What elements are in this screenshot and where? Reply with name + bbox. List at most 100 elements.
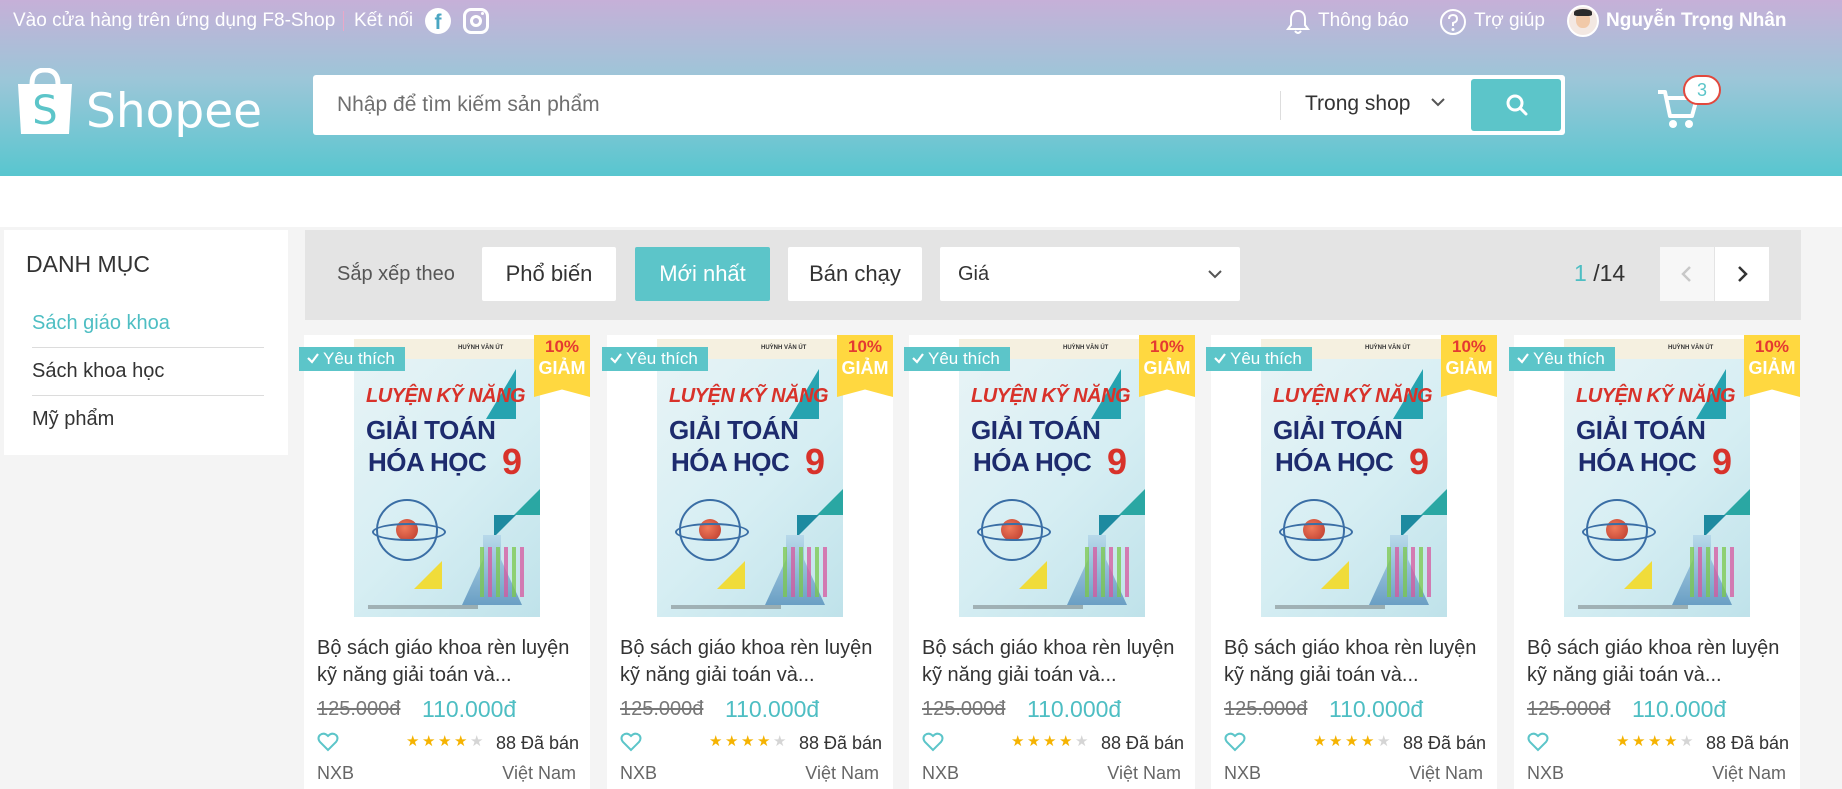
app-download-link[interactable]: Vào cửa hàng trên ứng dụng F8-Shop <box>13 10 335 32</box>
star-icon: ★ <box>1680 733 1694 750</box>
sale-price: 110.000đ <box>422 696 517 722</box>
product-card[interactable]: HUỲNH VĂN ÚT LUYỆN KỸ NĂNG GIẢI TOÁN HÓA… <box>1509 335 1800 789</box>
star-icon: ★ <box>454 733 468 750</box>
cover-author: HUỲNH VĂN ÚT <box>1668 345 1714 351</box>
star-icon: ★ <box>438 733 452 750</box>
user-avatar[interactable] <box>1567 5 1599 37</box>
heart-icon[interactable] <box>922 732 944 752</box>
shopee-logo-icon[interactable]: S <box>14 68 76 136</box>
cover-grade: 9 <box>1409 441 1430 482</box>
heart-icon[interactable] <box>1527 732 1549 752</box>
search-icon <box>1506 94 1528 116</box>
cover-decoration <box>797 515 819 537</box>
product-card[interactable]: HUỲNH VĂN ÚT LUYỆN KỸ NĂNG GIẢI TOÁN HÓA… <box>299 335 590 789</box>
star-icon: ★ <box>1313 733 1327 750</box>
sidebar-item-cosmetics[interactable]: Mỹ phẩm <box>32 408 264 443</box>
sort-label: Sắp xếp theo <box>337 263 455 285</box>
favorite-badge-label: Yêu thích <box>626 349 698 368</box>
product-name[interactable]: Bộ sách giáo khoa rèn luyện kỹ năng giải… <box>1224 635 1486 689</box>
cover-title-line3: HÓA HỌC <box>1578 447 1697 477</box>
star-icon: ★ <box>1648 733 1662 750</box>
discount-label: GIẢM <box>538 358 586 378</box>
cover-decoration <box>1724 489 1750 515</box>
star-icon: ★ <box>773 733 787 750</box>
cover-title-line3: HÓA HỌC <box>671 447 790 477</box>
product-image[interactable]: HUỲNH VĂN ÚT LUYỆN KỸ NĂNG GIẢI TOÁN HÓA… <box>657 339 843 617</box>
heart-icon[interactable] <box>317 732 339 752</box>
search-button[interactable] <box>1471 79 1561 131</box>
product-name[interactable]: Bộ sách giáo khoa rèn luyện kỹ năng giải… <box>620 635 882 689</box>
product-card[interactable]: HUỲNH VĂN ÚT LUYỆN KỸ NĂNG GIẢI TOÁN HÓA… <box>1206 335 1497 789</box>
original-price: 125.000đ <box>922 698 1006 720</box>
favorite-badge-label: Yêu thích <box>928 349 1000 368</box>
cover-decoration <box>717 561 745 589</box>
discount-percent: 10% <box>1754 337 1790 356</box>
sort-popular-button[interactable]: Phổ biến <box>482 247 616 301</box>
atom-illustration <box>1279 499 1353 561</box>
discount-percent: 10% <box>1149 337 1185 356</box>
cover-publisher-line <box>368 605 478 609</box>
test-tubes-illustration <box>783 547 831 597</box>
sale-price: 110.000đ <box>725 696 820 722</box>
cover-decoration <box>494 515 516 537</box>
instagram-icon[interactable] <box>463 8 489 34</box>
rating-stars: ★ ★ ★ ★ ★ <box>406 734 488 750</box>
product-origin: Việt Nam <box>502 763 576 783</box>
check-icon <box>1517 353 1529 364</box>
next-page-button[interactable] <box>1715 247 1769 301</box>
product-card[interactable]: HUỲNH VĂN ÚT LUYỆN KỸ NĂNG GIẢI TOÁN HÓA… <box>602 335 893 789</box>
sold-count: 88 Đã bán <box>1706 733 1790 753</box>
favorite-badge: Yêu thích <box>1206 347 1312 371</box>
shopee-logo-text[interactable]: Shopee <box>86 84 262 139</box>
heart-icon[interactable] <box>1224 732 1246 752</box>
help-link[interactable]: Trợ giúp <box>1474 10 1545 32</box>
discount-percent: 10% <box>544 337 580 356</box>
cover-author: HUỲNH VĂN ÚT <box>1365 345 1411 351</box>
cover-title-line2: GIẢI TOÁN <box>366 415 496 445</box>
facebook-icon[interactable]: f <box>425 8 451 34</box>
product-image[interactable]: HUỲNH VĂN ÚT LUYỆN KỸ NĂNG GIẢI TOÁN HÓA… <box>354 339 540 617</box>
notifications-link[interactable]: Thông báo <box>1318 10 1409 32</box>
chevron-down-icon[interactable] <box>1429 93 1447 111</box>
prev-page-button[interactable] <box>1660 247 1714 301</box>
sidebar-item-science-books[interactable]: Sách khoa học <box>32 360 264 396</box>
star-icon: ★ <box>406 733 420 750</box>
product-name[interactable]: Bộ sách giáo khoa rèn luyện kỹ năng giải… <box>1527 635 1789 689</box>
divider <box>343 11 344 31</box>
sold-count: 88 Đã bán <box>799 733 883 753</box>
atom-illustration <box>372 499 446 561</box>
product-image[interactable]: HUỲNH VĂN ÚT LUYỆN KỸ NĂNG GIẢI TOÁN HÓA… <box>1564 339 1750 617</box>
product-name[interactable]: Bộ sách giáo khoa rèn luyện kỹ năng giải… <box>317 635 579 689</box>
sort-newest-button[interactable]: Mới nhất <box>635 247 770 301</box>
cover-decoration <box>414 561 442 589</box>
product-card[interactable]: HUỲNH VĂN ÚT LUYỆN KỸ NĂNG GIẢI TOÁN HÓA… <box>904 335 1195 789</box>
rating-stars: ★ ★ ★ ★ ★ <box>1011 734 1093 750</box>
user-name[interactable]: Nguyễn Trọng Nhân <box>1606 10 1787 32</box>
bell-icon[interactable] <box>1286 9 1310 35</box>
discount-percent: 10% <box>1451 337 1487 356</box>
product-image[interactable]: HUỲNH VĂN ÚT LUYỆN KỸ NĂNG GIẢI TOÁN HÓA… <box>1261 339 1447 617</box>
search-input[interactable] <box>337 89 1267 121</box>
cover-publisher-line <box>973 605 1083 609</box>
sale-price: 110.000đ <box>1027 696 1122 722</box>
total-pages: /14 <box>1593 260 1626 286</box>
product-name[interactable]: Bộ sách giáo khoa rèn luyện kỹ năng giải… <box>922 635 1184 689</box>
help-icon[interactable] <box>1439 8 1467 36</box>
atom-illustration <box>977 499 1051 561</box>
product-image[interactable]: HUỲNH VĂN ÚT LUYỆN KỸ NĂNG GIẢI TOÁN HÓA… <box>959 339 1145 617</box>
check-icon <box>307 353 319 364</box>
star-icon: ★ <box>1377 733 1391 750</box>
favorite-badge: Yêu thích <box>904 347 1010 371</box>
search-scope-select[interactable]: Trong shop <box>1305 92 1410 116</box>
discount-percent: 10% <box>847 337 883 356</box>
heart-icon[interactable] <box>620 732 642 752</box>
favorite-badge-label: Yêu thích <box>323 349 395 368</box>
test-tubes-illustration <box>480 547 528 597</box>
cover-publisher-line <box>671 605 781 609</box>
cover-decoration <box>1119 489 1145 515</box>
price-sort-select[interactable]: Giá <box>940 247 1240 301</box>
cover-grade: 9 <box>1712 441 1733 482</box>
sort-bestselling-button[interactable]: Bán chạy <box>788 247 922 301</box>
sidebar-item-textbooks[interactable]: Sách giáo khoa <box>32 312 264 348</box>
favorite-badge-label: Yêu thích <box>1230 349 1302 368</box>
